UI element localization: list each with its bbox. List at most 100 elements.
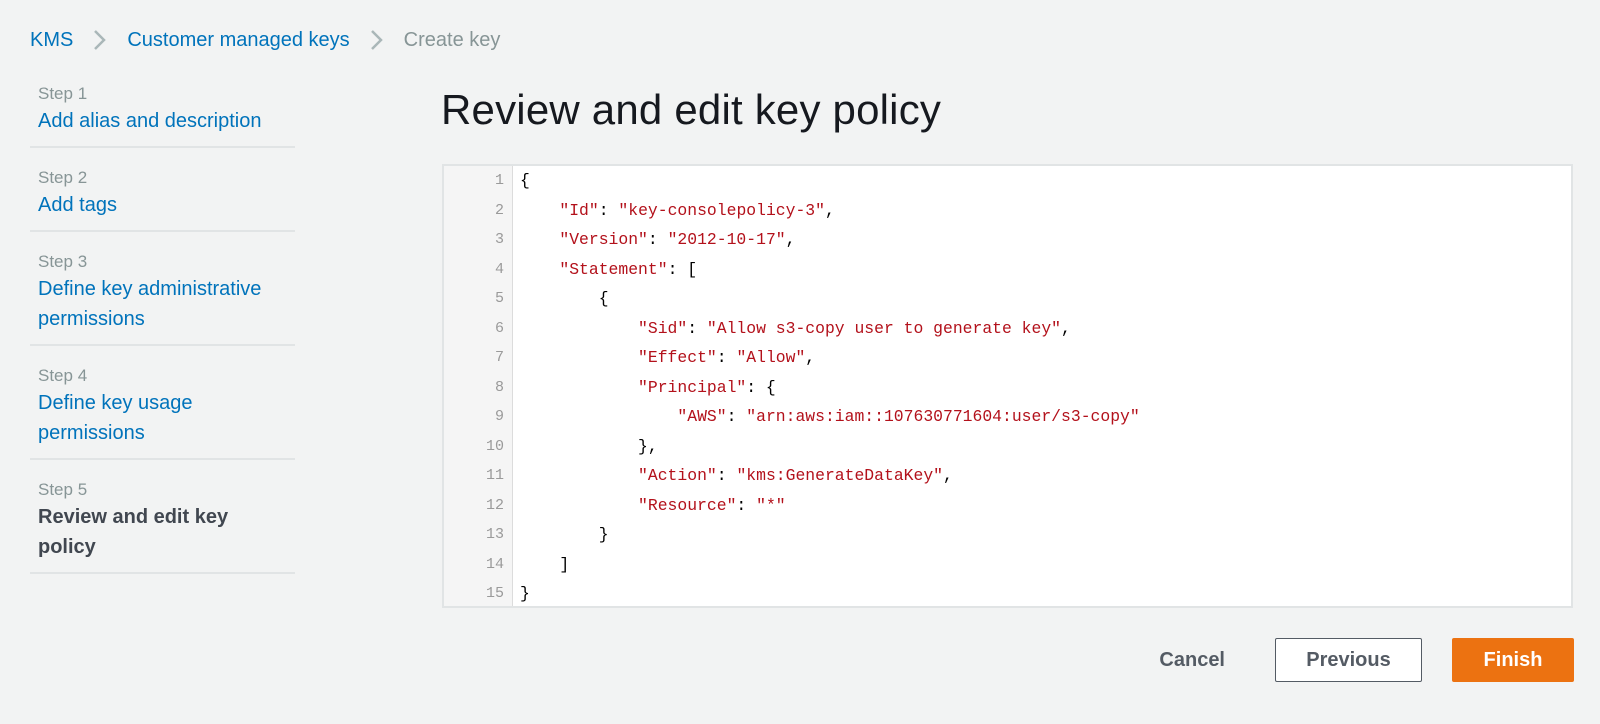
json-string-token: "2012-10-17" xyxy=(667,230,786,249)
step-link-admin-permissions[interactable]: Define key administrative permissions xyxy=(38,274,287,334)
code-line: "Sid": "Allow s3-copy user to generate k… xyxy=(520,314,1571,344)
line-number: 10 xyxy=(485,437,504,455)
line-number: 12 xyxy=(485,496,504,514)
json-punctuation-token: , xyxy=(943,466,953,485)
json-punctuation-token: , xyxy=(824,200,835,220)
line-number: 7 xyxy=(494,349,504,366)
line-number: 2 xyxy=(494,201,504,219)
page-title: Review and edit key policy xyxy=(441,86,942,133)
json-string-token: "*" xyxy=(756,495,786,515)
json-punctuation-token: ] xyxy=(520,554,570,574)
code-line: } xyxy=(520,520,1571,550)
json-string-token: "Allow s3-copy user to generate key" xyxy=(706,318,1062,338)
json-punctuation-token xyxy=(520,319,638,338)
breadcrumb-customer-managed-keys-link[interactable]: Customer managed keys xyxy=(127,29,349,52)
code-line: "AWS": "arn:aws:iam::107630771604:user/s… xyxy=(520,402,1571,432)
step-link-add-tags[interactable]: Add tags xyxy=(38,190,287,220)
json-punctuation-token: } xyxy=(520,584,530,603)
previous-button[interactable]: Previous xyxy=(1275,638,1422,682)
code-area[interactable]: { "Id": "key-consolepolicy-3", "Version"… xyxy=(513,166,1571,606)
json-punctuation-token: : [ xyxy=(667,259,698,279)
key-policy-editor[interactable]: 1 2 3 4 5 6 7 8 9 10 11 12 13 14 15 { "Id": "key-conso… xyxy=(442,164,1573,608)
line-number: 14 xyxy=(485,555,504,573)
json-punctuation-token: : xyxy=(726,407,747,426)
json-punctuation-token: , xyxy=(1061,318,1071,338)
step-link-usage-permissions[interactable]: Define key usage permissions xyxy=(38,388,287,448)
json-string-token: "arn:aws:iam::107630771604:user/s3-copy" xyxy=(746,407,1140,426)
step-number: Step 1 xyxy=(38,84,88,103)
line-number: 11 xyxy=(485,467,504,484)
code-line: ] xyxy=(520,550,1571,580)
json-punctuation-token xyxy=(520,260,559,279)
json-punctuation-token xyxy=(520,201,559,220)
code-line: "Statement": [ xyxy=(520,255,1571,285)
wizard-step-2: Step 2 Add tags xyxy=(30,148,295,232)
line-number: 4 xyxy=(494,260,504,278)
wizard-step-5: Step 5 Review and edit key policy xyxy=(30,460,295,574)
line-number: 3 xyxy=(494,231,504,248)
step-link-add-alias[interactable]: Add alias and description xyxy=(38,106,287,136)
json-punctuation-token: : xyxy=(736,495,757,515)
chevron-right-icon xyxy=(364,28,388,52)
line-number: 6 xyxy=(494,319,504,337)
line-number: 5 xyxy=(494,290,504,307)
line-number: 9 xyxy=(494,408,504,425)
chevron-right-icon xyxy=(87,28,111,52)
json-punctuation-token: : xyxy=(598,200,619,220)
code-line: "Effect": "Allow", xyxy=(520,343,1571,373)
json-string-token: "Id" xyxy=(559,200,599,220)
json-punctuation-token: , xyxy=(785,230,796,249)
json-punctuation-token: } xyxy=(520,525,609,544)
json-string-token: "AWS" xyxy=(677,407,727,426)
wizard-step-1: Step 1 Add alias and description xyxy=(30,78,295,148)
json-punctuation-token xyxy=(520,407,677,426)
breadcrumb-current: Create key xyxy=(403,28,501,51)
json-string-token: "Allow" xyxy=(736,348,806,367)
line-number: 13 xyxy=(485,526,504,543)
json-punctuation-token: }, xyxy=(520,436,658,456)
step-number: Step 4 xyxy=(38,366,88,385)
json-punctuation-token xyxy=(520,230,559,249)
code-line: }, xyxy=(520,432,1571,462)
code-line: } xyxy=(520,579,1571,609)
json-string-token: "Resource" xyxy=(638,495,737,515)
step-current-review-policy: Review and edit key policy xyxy=(38,506,229,558)
json-string-token: "Statement" xyxy=(559,259,668,279)
line-number: 8 xyxy=(494,378,504,396)
code-line: "Id": "key-consolepolicy-3", xyxy=(520,196,1571,226)
wizard-step-3: Step 3 Define key administrative permiss… xyxy=(30,232,295,346)
finish-button[interactable]: Finish xyxy=(1452,638,1574,682)
json-punctuation-token: { xyxy=(520,289,609,308)
line-number: 15 xyxy=(485,585,504,602)
json-string-token: "key-consolepolicy-3" xyxy=(618,200,825,220)
code-line: { xyxy=(520,166,1571,196)
json-punctuation-token: , xyxy=(805,348,816,367)
wizard-step-4: Step 4 Define key usage permissions xyxy=(30,346,295,460)
json-string-token: "Action" xyxy=(638,466,717,485)
json-string-token: "Version" xyxy=(559,230,648,249)
json-punctuation-token: : xyxy=(647,230,668,249)
cancel-button[interactable]: Cancel xyxy=(1139,638,1245,682)
json-punctuation-token: { xyxy=(520,171,530,190)
json-punctuation-token: : xyxy=(687,318,707,338)
step-number: Step 5 xyxy=(38,480,88,499)
line-number: 1 xyxy=(494,172,504,189)
step-number: Step 2 xyxy=(38,168,88,187)
breadcrumb: KMS Customer managed keys Create key xyxy=(30,24,500,56)
code-line: "Resource": "*" xyxy=(520,491,1571,521)
code-line: "Principal": { xyxy=(520,373,1571,403)
step-number: Step 3 xyxy=(38,252,88,271)
json-string-token: "Sid" xyxy=(638,318,688,338)
json-punctuation-token: : { xyxy=(746,377,776,397)
json-punctuation-token: : xyxy=(716,348,737,367)
wizard-actions: Cancel Previous Finish xyxy=(1139,638,1574,682)
code-line: { xyxy=(520,284,1571,314)
breadcrumb-kms-link[interactable]: KMS xyxy=(30,29,73,52)
json-punctuation-token: : xyxy=(716,466,737,485)
json-punctuation-token xyxy=(520,378,638,397)
line-number-gutter: 1 2 3 4 5 6 7 8 9 10 11 12 13 14 15 xyxy=(444,166,513,606)
wizard-steps-nav: Step 1 Add alias and description Step 2 … xyxy=(30,78,295,574)
json-string-token: "Principal" xyxy=(638,377,747,397)
json-punctuation-token xyxy=(520,496,638,515)
code-line: "Version": "2012-10-17", xyxy=(520,225,1571,255)
